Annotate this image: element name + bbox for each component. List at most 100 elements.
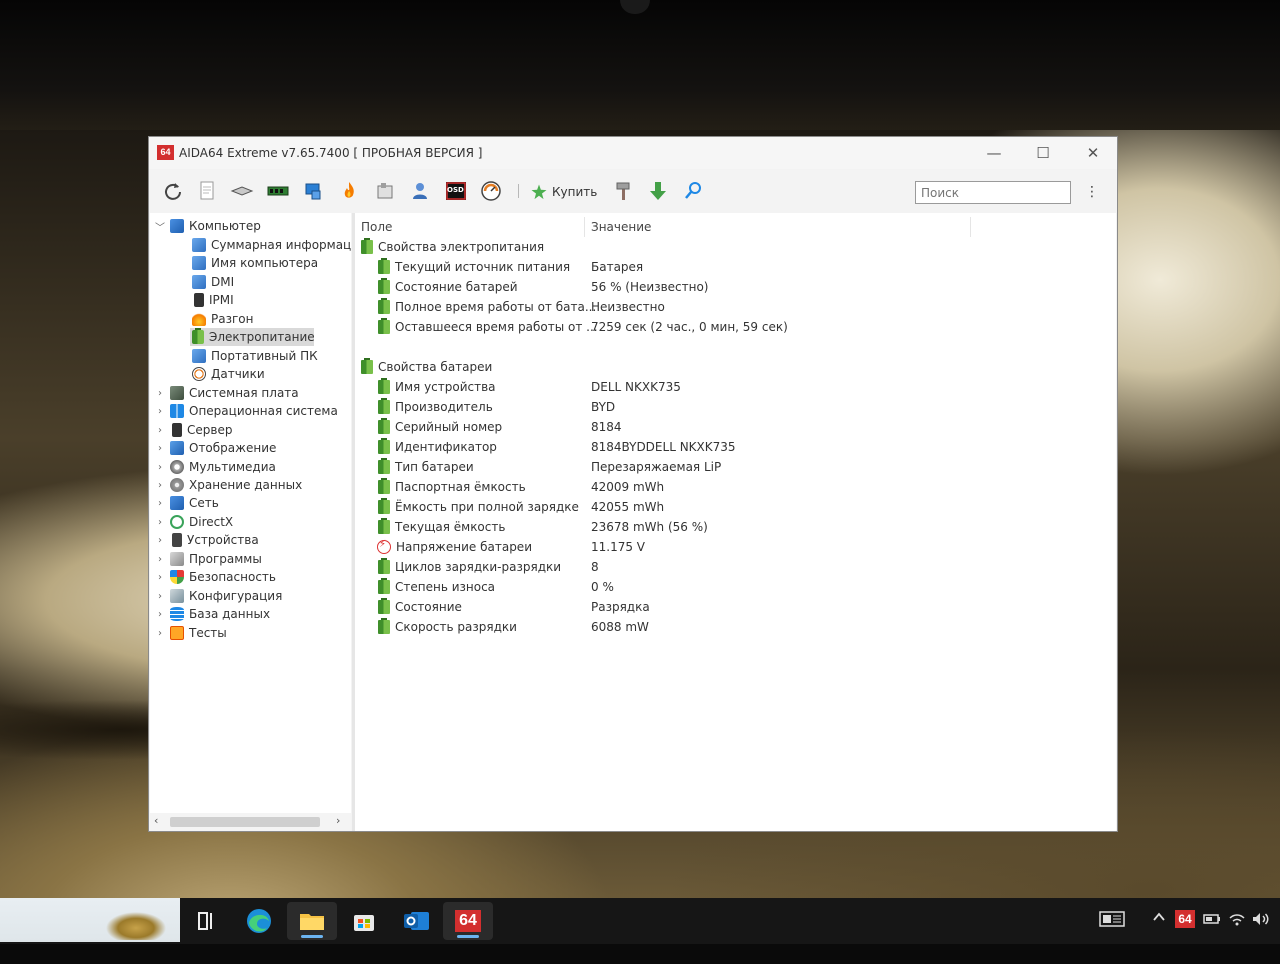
list-item[interactable]: Оставшееся время работы от ... (378, 317, 598, 337)
list-item[interactable]: Идентификатор (378, 437, 497, 457)
column-header-field[interactable]: Поле (361, 217, 392, 237)
tree-node-benchmarks[interactable]: › Тесты (154, 624, 227, 642)
tree-horizontal-scrollbar[interactable]: ‹ › (150, 813, 351, 831)
field-label: Циклов зарядки-разрядки (395, 560, 562, 574)
tree-node-database[interactable]: › База данных (154, 605, 270, 623)
chevron-right-icon[interactable]: › (154, 425, 166, 436)
widgets-button[interactable] (0, 898, 180, 942)
aida64-tray-icon[interactable]: 64 (1175, 910, 1195, 928)
list-item[interactable]: Степень износа (378, 577, 495, 597)
tree-node-sensors[interactable]: Датчики (192, 365, 265, 383)
tree-node-directx[interactable]: › DirectX (154, 513, 233, 531)
tree-node-overclock[interactable]: Разгон (192, 310, 253, 328)
list-item[interactable]: Серийный номер (378, 417, 502, 437)
scroll-right-icon[interactable]: › (336, 814, 340, 827)
chevron-right-icon[interactable]: › (154, 609, 166, 620)
tree-node-computer[interactable]: ﹀ Компьютер (154, 217, 261, 235)
tree-node-dmi[interactable]: DMI (192, 273, 234, 291)
list-item[interactable]: Ёмкость при полной зарядке (378, 497, 579, 517)
tree-node-storage[interactable]: › Хранение данных (154, 476, 302, 494)
minimize-button[interactable]: — (979, 143, 1009, 163)
sensor-gauge-icon[interactable] (479, 179, 503, 203)
news-tray-icon[interactable] (1098, 910, 1126, 932)
buy-button[interactable]: Купить (530, 182, 597, 202)
tree-node-programs[interactable]: › Программы (154, 550, 262, 568)
chevron-right-icon[interactable]: › (154, 535, 166, 546)
file-explorer-button[interactable] (287, 902, 337, 940)
tree-node-ipmi[interactable]: IPMI (192, 291, 234, 309)
list-item[interactable]: Состояние батарей (378, 277, 518, 297)
list-item[interactable]: Паспортная ёмкость (378, 477, 526, 497)
list-item[interactable]: Производитель (378, 397, 493, 417)
tree-node-motherboard[interactable]: › Системная плата (154, 384, 299, 402)
list-item[interactable]: Состояние (378, 597, 462, 617)
memory-icon[interactable] (266, 179, 290, 203)
column-header-value[interactable]: Значение (591, 217, 651, 237)
wifi-icon[interactable] (1228, 910, 1246, 932)
task-view-button[interactable] (181, 902, 231, 940)
tree-node-power[interactable]: Электропитание (190, 328, 315, 346)
list-item[interactable]: Имя устройства (378, 377, 496, 397)
search-magnifier-icon[interactable] (681, 179, 705, 203)
overclock-flame-icon[interactable] (337, 179, 361, 203)
edge-browser-button[interactable] (234, 902, 284, 940)
column-divider[interactable] (970, 217, 971, 237)
store-button[interactable] (339, 902, 389, 940)
list-item[interactable]: Скорость разрядки (378, 617, 517, 637)
devices-icon[interactable] (373, 179, 397, 203)
chevron-right-icon[interactable]: › (154, 443, 166, 454)
chevron-right-icon[interactable]: › (154, 406, 166, 417)
list-item[interactable]: Полное время работы от бата... (378, 297, 596, 317)
user-icon[interactable] (408, 179, 432, 203)
network-icon[interactable] (302, 179, 326, 203)
tree-node-display[interactable]: › Отображение (154, 439, 276, 457)
chevron-right-icon[interactable]: › (154, 388, 166, 399)
tree-node-multimedia[interactable]: › Мультимедиа (154, 458, 276, 476)
server-icon (172, 423, 182, 437)
battery-tray-icon[interactable] (1203, 910, 1221, 932)
column-divider[interactable] (584, 217, 585, 237)
close-button[interactable]: ✕ (1078, 143, 1108, 163)
tree-node-network[interactable]: › Сеть (154, 494, 219, 512)
search-input[interactable] (915, 181, 1071, 204)
report-icon[interactable] (195, 179, 219, 203)
osd-icon[interactable]: OSD (444, 179, 468, 203)
chevron-right-icon[interactable]: › (154, 462, 166, 473)
group-header[interactable]: Свойства батареи (361, 357, 492, 377)
maximize-button[interactable]: ☐ (1028, 143, 1058, 163)
tree-node-os[interactable]: › Операционная система (154, 402, 338, 420)
tree-node-devices[interactable]: › Устройства (154, 531, 259, 549)
tree-node-security[interactable]: › Безопасность (154, 568, 276, 586)
list-item[interactable]: Напряжение батареи (377, 537, 532, 557)
volume-icon[interactable] (1251, 910, 1271, 932)
tree-node-summary[interactable]: Суммарная информация (192, 236, 351, 254)
chevron-right-icon[interactable]: › (154, 517, 166, 528)
download-arrow-icon[interactable] (646, 179, 670, 203)
group-header[interactable]: Свойства электропитания (361, 237, 544, 257)
more-options-button[interactable]: ⋮ (1085, 181, 1099, 203)
chevron-right-icon[interactable]: › (154, 572, 166, 583)
title-bar[interactable]: 64 AIDA64 Extreme v7.65.7400 [ ПРОБНАЯ В… (149, 137, 1117, 169)
tools-hammer-icon[interactable] (611, 179, 635, 203)
list-item[interactable]: Текущий источник питания (378, 257, 570, 277)
chevron-up-icon[interactable] (1152, 908, 1166, 930)
scroll-left-icon[interactable]: ‹ (154, 814, 158, 827)
chevron-right-icon[interactable]: › (154, 591, 166, 602)
list-item[interactable]: Текущая ёмкость (378, 517, 505, 537)
list-item[interactable]: Тип батареи (378, 457, 474, 477)
tree-node-config[interactable]: › Конфигурация (154, 587, 282, 605)
tree-node-computer-name[interactable]: Имя компьютера (192, 254, 318, 272)
motherboard-icon[interactable] (230, 179, 254, 203)
chevron-right-icon[interactable]: › (154, 628, 166, 639)
tree-node-server[interactable]: › Сервер (154, 421, 232, 439)
chevron-right-icon[interactable]: › (154, 498, 166, 509)
outlook-button[interactable] (391, 902, 441, 940)
refresh-icon[interactable] (161, 179, 185, 203)
chevron-down-icon[interactable]: ﹀ (154, 219, 166, 234)
list-item[interactable]: Циклов зарядки-разрядки (378, 557, 561, 577)
tree-node-portable[interactable]: Портативный ПК (192, 347, 318, 365)
chevron-right-icon[interactable]: › (154, 480, 166, 491)
chevron-right-icon[interactable]: › (154, 554, 166, 565)
scrollbar-thumb[interactable] (170, 817, 320, 827)
aida64-taskbar-button[interactable]: 64 (443, 902, 493, 940)
